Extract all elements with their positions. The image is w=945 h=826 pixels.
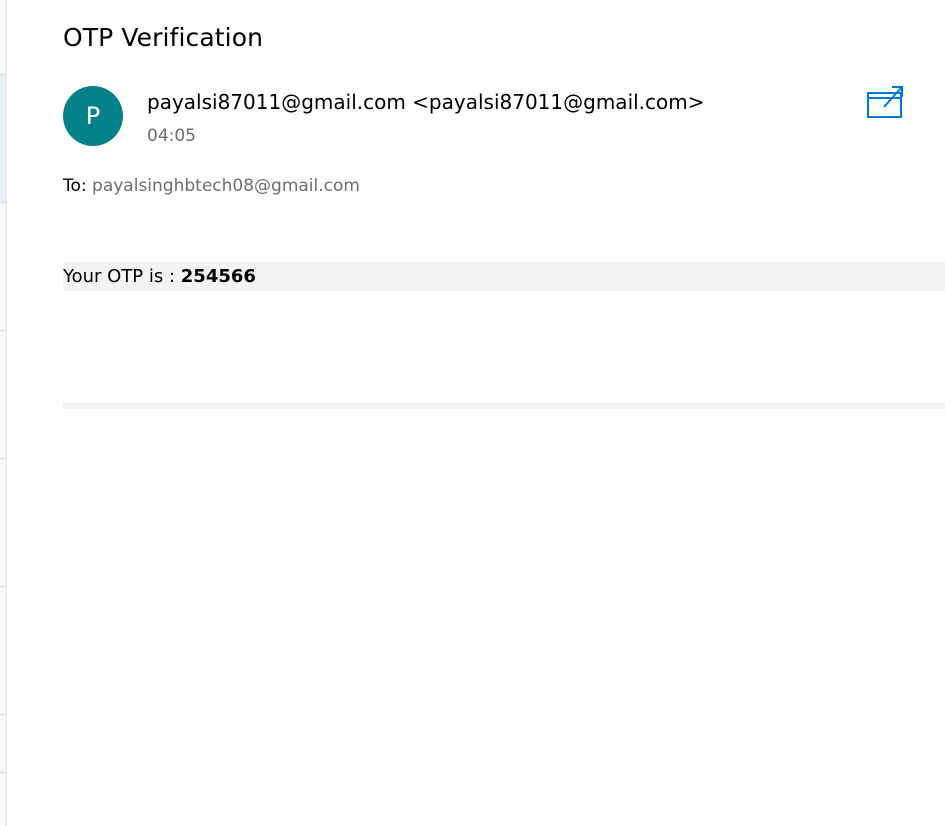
email-reading-pane: OTP Verification P payalsi87011@gmail.co… bbox=[0, 0, 945, 826]
recipient-address[interactable]: payalsinghbtech08@gmail.com bbox=[92, 176, 360, 196]
email-subject: OTP Verification bbox=[63, 23, 264, 52]
sender-name[interactable]: payalsi87011@gmail.com <payalsi87011@gma… bbox=[147, 89, 705, 115]
popout-button[interactable] bbox=[866, 85, 904, 119]
list-separator bbox=[0, 330, 6, 331]
list-separator bbox=[0, 714, 6, 715]
recipient-line: To: payalsinghbtech08@gmail.com bbox=[63, 175, 360, 197]
list-separator bbox=[0, 74, 6, 75]
to-label: To: bbox=[63, 176, 93, 196]
otp-code: 254566 bbox=[180, 266, 256, 287]
email-time: 04:05 bbox=[147, 126, 196, 146]
list-separator bbox=[0, 458, 6, 459]
open-in-new-window-icon bbox=[867, 86, 903, 118]
list-separator bbox=[0, 772, 6, 773]
message-list-edge[interactable] bbox=[0, 0, 7, 826]
list-separator bbox=[0, 586, 6, 587]
avatar-initial: P bbox=[85, 102, 101, 130]
body-divider bbox=[63, 403, 945, 409]
selected-message-indicator bbox=[0, 74, 6, 202]
list-separator bbox=[0, 202, 6, 203]
otp-prefix: Your OTP is : bbox=[63, 266, 181, 287]
email-body-otp: Your OTP is : 254566 bbox=[63, 265, 256, 289]
sender-avatar[interactable]: P bbox=[63, 86, 123, 146]
